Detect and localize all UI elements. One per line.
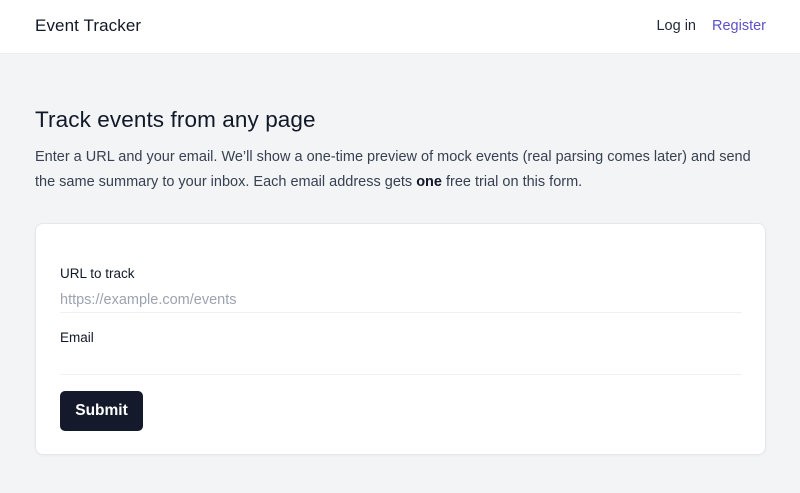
top-navbar: Event Tracker Log in Register — [0, 0, 800, 54]
email-input[interactable] — [60, 349, 742, 375]
brand-logo-text[interactable]: Event Tracker — [35, 15, 141, 37]
intro-text-part: free trial on this form. — [441, 174, 583, 190]
page-title: Track events from any page — [35, 107, 316, 132]
email-label: Email — [60, 330, 94, 345]
register-link[interactable]: Register — [712, 16, 766, 36]
intro-emphasis: one — [416, 174, 442, 190]
url-label: URL to track — [60, 266, 135, 281]
track-form-card: URL to track Email Submit — [35, 223, 766, 455]
auth-nav: Log in Register — [656, 16, 766, 36]
submit-button[interactable]: Submit — [60, 391, 143, 431]
intro-text: Enter a URL and your email. We’ll show a… — [35, 145, 770, 195]
login-link[interactable]: Log in — [656, 16, 696, 36]
url-input[interactable] — [60, 287, 742, 313]
intro-text-part: Enter a URL and your email. We’ll show a… — [35, 149, 751, 190]
